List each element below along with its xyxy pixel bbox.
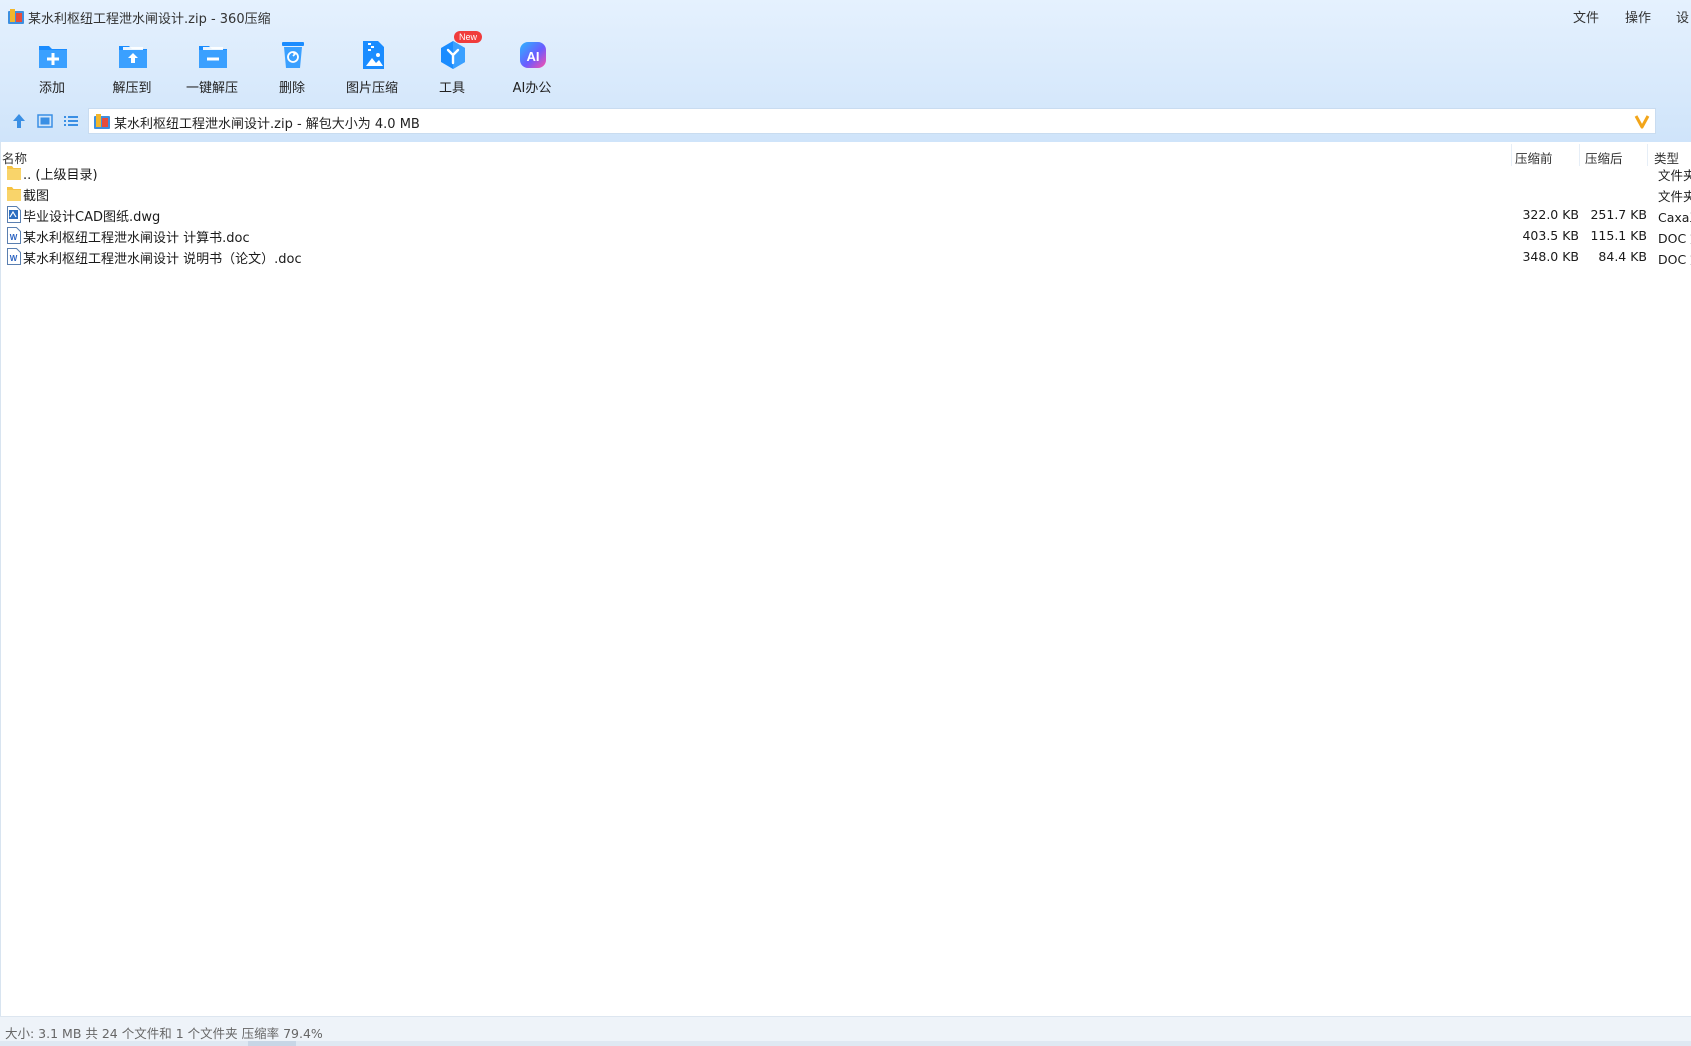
- svg-text:AI: AI: [527, 49, 540, 64]
- list-view-icon[interactable]: [62, 112, 80, 130]
- tools-button[interactable]: 工具: [412, 34, 492, 98]
- archive-icon: [94, 114, 110, 129]
- compressed-size: 115.1 KB: [1590, 228, 1647, 243]
- chevron-down-icon[interactable]: [1633, 111, 1651, 131]
- top-chrome: 某水利枢纽工程泄水闸设计.zip - 360压缩 文件 操作 设 添加 解压到: [0, 0, 1691, 142]
- image-compress-label: 图片压缩: [345, 81, 398, 96]
- extract-to-label: 解压到: [112, 81, 152, 96]
- file-type: 文件夹: [1658, 189, 1691, 204]
- folder-icon: [7, 187, 21, 201]
- one-click-extract-label: 一键解压: [185, 81, 238, 96]
- list-item-file[interactable]: W 某水利枢纽工程泄水闸设计 计算书.doc 403.5 KB 115.1 KB…: [1, 225, 1691, 246]
- word-file-icon: W: [7, 227, 21, 244]
- file-type: DOC 文: [1658, 231, 1691, 246]
- extract-to-button[interactable]: 解压到: [92, 34, 172, 98]
- folder-icon: [7, 166, 21, 180]
- horizontal-scrollbar[interactable]: [0, 1041, 1691, 1046]
- file-type: Caxa工: [1658, 210, 1691, 225]
- one-click-extract-icon: [199, 46, 227, 68]
- thumbnail-view-icon[interactable]: [36, 112, 54, 130]
- file-type: 文件夹: [1658, 168, 1691, 183]
- file-list: 名称 压缩前 压缩后 类型 .. (上级目录) 文件夹 截图 文件夹 毕业设计C…: [0, 142, 1691, 1016]
- status-text: 大小: 3.1 MB 共 24 个文件和 1 个文件夹 压缩率 79.4%: [5, 1026, 323, 1041]
- one-click-extract-button[interactable]: 一键解压: [172, 34, 252, 98]
- menu-settings[interactable]: 设: [1676, 7, 1689, 26]
- list-item-file[interactable]: 毕业设计CAD图纸.dwg 322.0 KB 251.7 KB Caxa工: [1, 204, 1691, 225]
- up-arrow-icon[interactable]: [10, 112, 28, 130]
- app-logo-icon: [8, 9, 24, 24]
- delete-button[interactable]: 删除: [252, 34, 332, 98]
- scrollbar-thumb[interactable]: [248, 1041, 296, 1046]
- dwg-file-icon: [7, 206, 21, 223]
- window-title: 某水利枢纽工程泄水闸设计.zip - 360压缩: [28, 12, 271, 27]
- file-name: 毕业设计CAD图纸.dwg: [23, 210, 161, 225]
- title-bar: 某水利枢纽工程泄水闸设计.zip - 360压缩 文件 操作 设: [0, 0, 1691, 32]
- file-name: 截图: [23, 189, 50, 204]
- compressed-size: 84.4 KB: [1598, 249, 1647, 264]
- add-icon: [39, 46, 67, 68]
- word-file-icon: W: [7, 248, 21, 265]
- delete-label: 删除: [278, 81, 305, 96]
- svg-text:W: W: [10, 233, 18, 242]
- menu-operate[interactable]: 操作: [1625, 7, 1651, 26]
- address-bar[interactable]: 某水利枢纽工程泄水闸设计.zip - 解包大小为 4.0 MB: [88, 108, 1656, 134]
- main-toolbar: 添加 解压到 一键解压 删除 图片压缩 工具 AI AI办公: [0, 34, 600, 100]
- list-item-file[interactable]: W 某水利枢纽工程泄水闸设计 说明书（论文）.doc 348.0 KB 84.4…: [1, 246, 1691, 267]
- tools-label: 工具: [438, 81, 465, 96]
- original-size: 322.0 KB: [1522, 207, 1579, 222]
- add-label: 添加: [38, 81, 65, 96]
- original-size: 403.5 KB: [1522, 228, 1579, 243]
- svg-text:W: W: [10, 254, 18, 263]
- extract-to-icon: [119, 46, 147, 68]
- original-size: 348.0 KB: [1522, 249, 1579, 264]
- delete-icon: [282, 42, 304, 68]
- new-badge: New: [454, 31, 483, 43]
- file-name: 某水利枢纽工程泄水闸设计 说明书（论文）.doc: [23, 252, 302, 267]
- image-compress-button[interactable]: 图片压缩: [332, 34, 412, 98]
- menu-file[interactable]: 文件: [1573, 7, 1599, 26]
- ai-office-button[interactable]: AI AI办公: [492, 34, 572, 98]
- list-item-folder[interactable]: 截图 文件夹: [1, 183, 1691, 204]
- file-name: .. (上级目录): [23, 168, 98, 183]
- ai-office-icon: AI: [520, 42, 546, 68]
- file-name: 某水利枢纽工程泄水闸设计 计算书.doc: [23, 231, 250, 246]
- navigation-bar: 某水利枢纽工程泄水闸设计.zip - 解包大小为 4.0 MB: [0, 106, 1691, 136]
- compressed-size: 251.7 KB: [1590, 207, 1647, 222]
- address-path: 某水利枢纽工程泄水闸设计.zip - 解包大小为 4.0 MB: [114, 117, 420, 132]
- status-bar: 大小: 3.1 MB 共 24 个文件和 1 个文件夹 压缩率 79.4%: [0, 1016, 1691, 1046]
- list-item-parent-directory[interactable]: .. (上级目录) 文件夹: [1, 162, 1691, 183]
- image-compress-icon: [363, 41, 384, 69]
- ai-office-label: AI办公: [512, 81, 552, 96]
- tools-icon: [441, 41, 465, 69]
- file-type: DOC 文: [1658, 252, 1691, 267]
- add-button[interactable]: 添加: [12, 34, 92, 98]
